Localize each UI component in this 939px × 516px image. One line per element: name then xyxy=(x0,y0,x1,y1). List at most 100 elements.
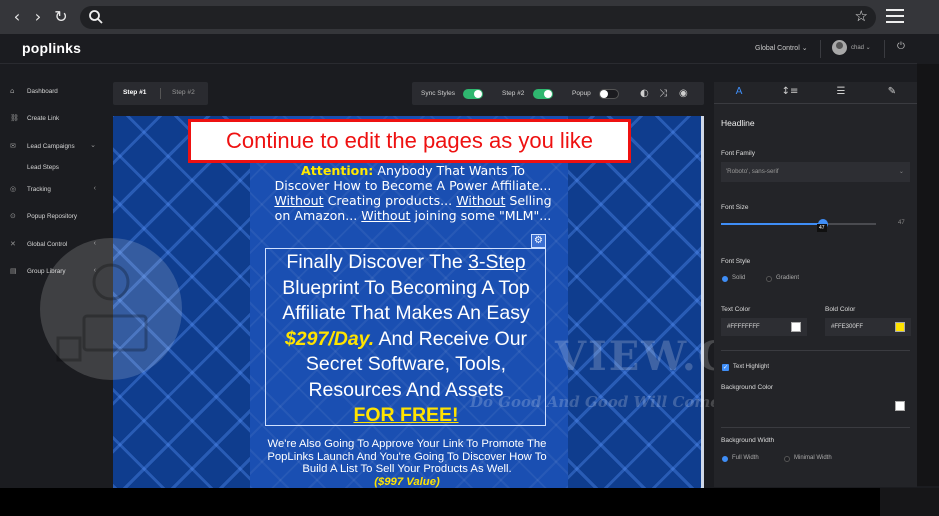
chevron-down-icon: ⌄ xyxy=(90,142,96,149)
popup-label: Popup xyxy=(572,90,591,97)
popup-toggle[interactable] xyxy=(599,89,619,99)
sync-styles-toggle[interactable] xyxy=(463,89,483,99)
text-highlight-checkbox[interactable]: ✓ xyxy=(722,364,729,371)
bold-color-swatch[interactable] xyxy=(895,322,905,332)
palette-icon[interactable]: ◐ xyxy=(640,88,649,99)
shuffle-icon[interactable]: ⤨ xyxy=(659,88,667,99)
gradient-label: Gradient xyxy=(776,275,800,281)
sidebar-item-label: Create Link xyxy=(27,115,60,122)
chevron-down-icon: ⌄ xyxy=(898,168,904,175)
bookmark-star-icon[interactable]: ☆ xyxy=(855,7,868,25)
full-width-radio[interactable] xyxy=(722,456,728,462)
step2-label: Step #2 xyxy=(502,90,525,97)
sidebar-item-lead-steps[interactable]: Lead Steps xyxy=(10,162,102,174)
sidebar-item-label: Lead Campaigns xyxy=(27,143,75,150)
full-width-label: Full Width xyxy=(732,455,759,461)
header-divider xyxy=(884,40,885,58)
subheadline-text: We're Also Going To Approve Your Link To… xyxy=(267,438,547,476)
minimal-width-radio[interactable] xyxy=(784,456,790,462)
canvas-scrollbar[interactable] xyxy=(701,116,704,488)
popup-icon: ⊙ xyxy=(10,212,16,220)
text-color-swatch[interactable] xyxy=(791,322,801,332)
value-text: ($997 Value) xyxy=(374,475,440,488)
power-icon[interactable]: ⏻ xyxy=(897,41,905,52)
sidebar-item-tracking[interactable]: ◎ Tracking ‹ xyxy=(10,183,102,195)
global-control-dropdown[interactable]: Global Control ⌄ xyxy=(755,44,808,52)
hamburger-menu-icon[interactable] xyxy=(886,9,904,25)
forward-icon[interactable]: › xyxy=(30,8,46,26)
headline-free: FOR FREE! xyxy=(353,404,459,426)
font-size-tooltip: 47 xyxy=(817,224,827,232)
tab-spacing-icon[interactable]: ↕≡ xyxy=(765,86,815,97)
sync-styles-label: Sync Styles xyxy=(421,90,455,97)
sidebar-item-label: Lead Steps xyxy=(27,164,59,171)
sidebar-item-create-link[interactable]: ⛓ Create Link xyxy=(10,112,102,124)
page-scrollbar[interactable] xyxy=(917,64,939,486)
preview-eye-icon[interactable]: ◉ xyxy=(679,88,688,99)
attention-text: Creating products... xyxy=(323,193,457,208)
gradient-radio[interactable] xyxy=(766,276,772,282)
tab-effects-icon[interactable]: ✎ xyxy=(867,86,917,97)
panel-divider xyxy=(721,427,910,428)
tab-settings-icon[interactable]: ☰ xyxy=(816,86,866,97)
font-family-select[interactable]: 'Roboto', sans-serif ⌄ xyxy=(721,162,910,182)
headline-part: Finally Discover The xyxy=(286,251,469,273)
step2-toggle[interactable] xyxy=(533,89,553,99)
tab-step-1[interactable]: Step #1 xyxy=(123,89,146,96)
solid-label: Solid xyxy=(732,275,746,281)
target-icon: ◎ xyxy=(10,185,17,193)
panel-divider xyxy=(721,350,910,351)
user-avatar[interactable] xyxy=(832,40,847,55)
screen: ‹ › ↻ ☆ poplinks Global Control ⌄ chad ⌄… xyxy=(0,0,939,516)
browser-toolbar: ‹ › ↻ ☆ xyxy=(0,0,939,34)
attention-text: joining some "MLM"... xyxy=(410,208,552,223)
video-letterbox xyxy=(0,488,880,516)
back-icon[interactable]: ‹ xyxy=(9,8,25,26)
bold-color-label: Bold Color xyxy=(825,306,856,313)
text-color-label: Text Color xyxy=(721,306,751,313)
sidebar-item-label: Popup Repository xyxy=(27,213,78,220)
subheadline-paragraph[interactable]: We're Also Going To Approve Your Link To… xyxy=(265,438,549,488)
panel-tabs: A ↕≡ ☰ ✎ xyxy=(714,82,917,104)
sidebar-item-popup-repository[interactable]: ⊙ Popup Repository xyxy=(10,210,102,222)
sidebar-item-dashboard[interactable]: ⌂ Dashboard xyxy=(10,85,102,97)
background-color-input[interactable] xyxy=(721,397,813,415)
address-bar[interactable]: ☆ xyxy=(80,6,876,29)
background-color-label: Background Color xyxy=(721,384,774,391)
background-width-label: Background Width xyxy=(721,437,775,444)
attention-paragraph[interactable]: Attention: Anybody That Wants To Discove… xyxy=(273,163,553,223)
background-color-swatch[interactable] xyxy=(895,401,905,411)
headline-price: $297/Day. xyxy=(284,327,375,350)
watermark-illustration xyxy=(56,263,148,362)
attention-label: Attention: xyxy=(301,163,374,178)
font-size-slider-fill xyxy=(721,223,824,225)
headline-part: Blueprint To Becoming A Top Affiliate Th… xyxy=(282,276,530,325)
mail-icon: ✉ xyxy=(10,142,16,150)
style-panel: A ↕≡ ☰ ✎ Headline Font Family 'Roboto', … xyxy=(714,82,917,487)
font-family-label: Font Family xyxy=(721,150,755,157)
page-canvas[interactable]: Attention: Anybody That Wants To Discove… xyxy=(113,116,704,488)
font-family-value: 'Roboto', sans-serif xyxy=(726,168,779,175)
editor-toolbar: Sync Styles Step #2 Popup ◐ ⤨ ◉ xyxy=(412,82,704,105)
text-highlight-label: Text Highlight xyxy=(733,364,770,370)
solid-radio[interactable] xyxy=(722,276,728,282)
reload-icon[interactable]: ↻ xyxy=(53,8,69,26)
font-size-slider[interactable] xyxy=(721,219,876,229)
minimal-width-label: Minimal Width xyxy=(794,455,832,461)
user-menu-dropdown[interactable]: chad ⌄ xyxy=(851,44,871,51)
gear-icon[interactable]: ⚙ xyxy=(531,234,546,248)
video-letterbox xyxy=(880,488,939,516)
annotation-callout: Continue to edit the pages as you like xyxy=(188,119,631,163)
app-logo[interactable]: poplinks xyxy=(22,40,81,56)
home-icon: ⌂ xyxy=(10,87,15,95)
sidebar-item-label: Tracking xyxy=(27,186,51,193)
step-tabs: Step #1 Step #2 xyxy=(113,82,208,105)
attention-underline: Without xyxy=(456,193,506,208)
tab-typography-icon[interactable]: A xyxy=(714,86,764,97)
app-header: poplinks Global Control ⌄ chad ⌄ ⏻ xyxy=(0,34,917,64)
headline-underline: 3-Step xyxy=(468,251,526,273)
attention-underline: Without xyxy=(274,193,324,208)
sidebar-item-lead-campaigns[interactable]: ✉ Lead Campaigns ⌄ xyxy=(10,140,102,152)
link-icon: ⛓ xyxy=(10,114,19,122)
tab-step-2[interactable]: Step #2 xyxy=(172,89,195,96)
